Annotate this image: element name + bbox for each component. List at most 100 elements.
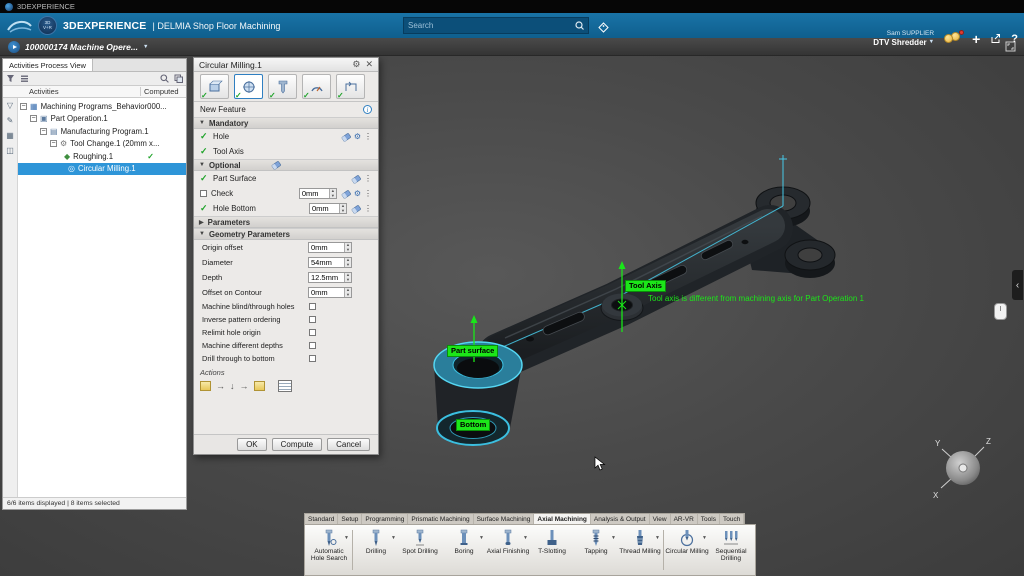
ribbon-tab-prismatic-machining[interactable]: Prismatic Machining <box>408 514 473 524</box>
result-cube-icon[interactable] <box>254 381 265 391</box>
eraser-icon[interactable] <box>351 204 361 214</box>
spinner[interactable]: ▲▼ <box>344 288 351 297</box>
mouse-hint-icon[interactable] <box>994 303 1007 320</box>
stock-cube-icon[interactable] <box>200 381 211 391</box>
section-geometry-parameters[interactable]: ▼ Geometry Parameters <box>194 228 378 240</box>
list-view-icon[interactable] <box>20 74 29 83</box>
section-mandatory[interactable]: ▼ Mandatory <box>194 117 378 129</box>
gear-icon[interactable]: ⚙ <box>354 133 361 141</box>
relimit-hole-origin-checkbox[interactable] <box>309 329 316 336</box>
view-compass[interactable]: Y Z X <box>925 430 1001 506</box>
share-icon[interactable] <box>990 33 1001 44</box>
tool-circular-milling[interactable]: ▼ Circular Milling <box>665 526 709 574</box>
dropdown-chevron-icon[interactable]: ▼ <box>391 535 396 541</box>
column-activities[interactable]: Activities <box>3 87 140 96</box>
more-options-icon[interactable]: ⋮ <box>364 174 372 183</box>
filter-icon[interactable] <box>6 74 15 83</box>
strip-grid-icon[interactable]: ▦ <box>6 131 14 140</box>
user-menu[interactable]: Sam SUPPLIER DTV Shredder ▼ <box>873 30 934 47</box>
spinner[interactable]: ▲▼ <box>344 273 351 282</box>
origin-offset-input[interactable] <box>309 243 344 252</box>
dialog-title-bar[interactable]: Circular Milling.1 ⚙ ✕ <box>194 58 378 72</box>
spinner[interactable]: ▲▼ <box>344 243 351 252</box>
machine-different-depths-checkbox[interactable] <box>309 342 316 349</box>
global-search[interactable] <box>403 17 589 34</box>
tool-thread-milling[interactable]: ▼ Thread Milling <box>618 526 662 574</box>
part-surface-label[interactable]: Part surface <box>447 345 498 357</box>
compass-play-icon[interactable] <box>8 41 20 53</box>
search-input[interactable] <box>408 21 575 30</box>
eraser-icon[interactable] <box>271 160 281 170</box>
tree-item-circular-milling[interactable]: ◎ Circular Milling.1 <box>18 163 186 176</box>
search-icon[interactable] <box>575 21 584 30</box>
tool-axis-label[interactable]: Tool Axis <box>625 280 666 292</box>
ribbon-tab-surface-machining[interactable]: Surface Machining <box>474 514 535 524</box>
strip-filter-icon[interactable]: ▽ <box>7 101 13 110</box>
ribbon-tab-axial-machining[interactable]: Axial Machining <box>534 514 590 524</box>
help-button[interactable]: ? <box>1011 33 1018 45</box>
tree-item-roughing[interactable]: ◆ Roughing.1 ✓ <box>18 150 186 163</box>
gear-icon[interactable]: ⚙ <box>354 190 361 198</box>
dropdown-chevron-icon[interactable]: ▼ <box>479 535 484 541</box>
spinner[interactable]: ▲▼ <box>329 189 336 198</box>
check-offset-input[interactable] <box>300 189 329 198</box>
tab-feeds-speeds[interactable]: ✓ <box>302 74 331 99</box>
column-computed[interactable]: Computed <box>140 87 186 96</box>
dropdown-chevron-icon[interactable]: ▼ <box>344 535 349 541</box>
eraser-icon[interactable] <box>341 132 351 142</box>
tree-item-part-operation[interactable]: − ▣ Part Operation.1 <box>18 113 186 126</box>
tab-macros[interactable]: ✓ <box>336 74 365 99</box>
tab-tool[interactable]: ✓ <box>268 74 297 99</box>
ribbon-tab-tools[interactable]: Tools <box>698 514 720 524</box>
spinner[interactable]: ▲▼ <box>339 204 346 213</box>
offset-on-contour-input[interactable] <box>309 288 344 297</box>
tree-item-machining-programs[interactable]: − ▦ Machining Programs_Behavior000... <box>18 100 186 113</box>
communities-icon[interactable] <box>944 32 962 45</box>
check-checkbox[interactable] <box>200 190 207 197</box>
dropdown-chevron-icon[interactable]: ▼ <box>611 535 616 541</box>
inverse-pattern-ordering-checkbox[interactable] <box>309 316 316 323</box>
ribbon-tab-view[interactable]: View <box>650 514 671 524</box>
tool-automatic-hole-search[interactable]: ▼ Automatic Hole Search <box>307 526 351 574</box>
layers-icon[interactable] <box>174 74 183 83</box>
expander-icon[interactable]: − <box>40 128 47 135</box>
expander-icon[interactable]: − <box>50 140 57 147</box>
ribbon-tab-touch[interactable]: Touch <box>720 514 744 524</box>
cancel-button[interactable]: Cancel <box>327 438 370 451</box>
tool-tapping[interactable]: ▼ Tapping <box>574 526 618 574</box>
more-options-icon[interactable]: ⋮ <box>364 204 372 213</box>
drill-through-to-bottom-checkbox[interactable] <box>309 355 316 362</box>
add-content-button[interactable]: + <box>972 32 980 46</box>
ribbon-tab-ar-vr[interactable]: AR-VR <box>671 514 698 524</box>
breadcrumb-chevron-icon[interactable]: ▼ <box>143 44 148 50</box>
spinner[interactable]: ▲▼ <box>344 258 351 267</box>
tool-sequential-drilling[interactable]: Sequential Drilling <box>709 526 753 574</box>
dialog-close-icon[interactable]: ✕ <box>365 60 373 69</box>
ribbon-tab-programming[interactable]: Programming <box>362 514 408 524</box>
object-breadcrumb[interactable]: 100000174 Machine Opere... <box>25 42 138 52</box>
hole-bottom-offset-input[interactable] <box>310 204 339 213</box>
ribbon-tab-analysis-output[interactable]: Analysis & Output <box>591 514 650 524</box>
expander-icon[interactable]: − <box>20 103 27 110</box>
expander-icon[interactable]: − <box>30 115 37 122</box>
section-optional[interactable]: ▼ Optional <box>194 159 378 171</box>
more-options-icon[interactable]: ⋮ <box>364 189 372 198</box>
tool-boring[interactable]: ▼ Boring <box>442 526 486 574</box>
ok-button[interactable]: OK <box>237 438 267 451</box>
ribbon-tab-setup[interactable]: Setup <box>338 514 362 524</box>
search-tree-icon[interactable] <box>160 74 169 83</box>
collapse-panel-arrow[interactable]: ‹ <box>1012 270 1023 300</box>
3dexperience-compass-icon[interactable]: 3DV+R <box>38 16 57 35</box>
bottom-label[interactable]: Bottom <box>456 419 490 431</box>
ribbon-tab-standard[interactable]: Standard <box>305 514 338 524</box>
more-options-icon[interactable]: ⋮ <box>364 132 372 141</box>
machine-blind-through-holes-checkbox[interactable] <box>309 303 316 310</box>
simulation-table-icon[interactable] <box>278 380 292 392</box>
dialog-settings-icon[interactable]: ⚙ <box>352 60 360 69</box>
tab-geometry[interactable]: ✓ <box>234 74 263 99</box>
tag-icon[interactable] <box>598 20 609 38</box>
info-icon[interactable]: i <box>363 105 372 114</box>
tab-feature[interactable]: ✓ <box>200 74 229 99</box>
dropdown-chevron-icon[interactable]: ▼ <box>523 535 528 541</box>
strip-edit-icon[interactable]: ✎ <box>7 116 14 125</box>
